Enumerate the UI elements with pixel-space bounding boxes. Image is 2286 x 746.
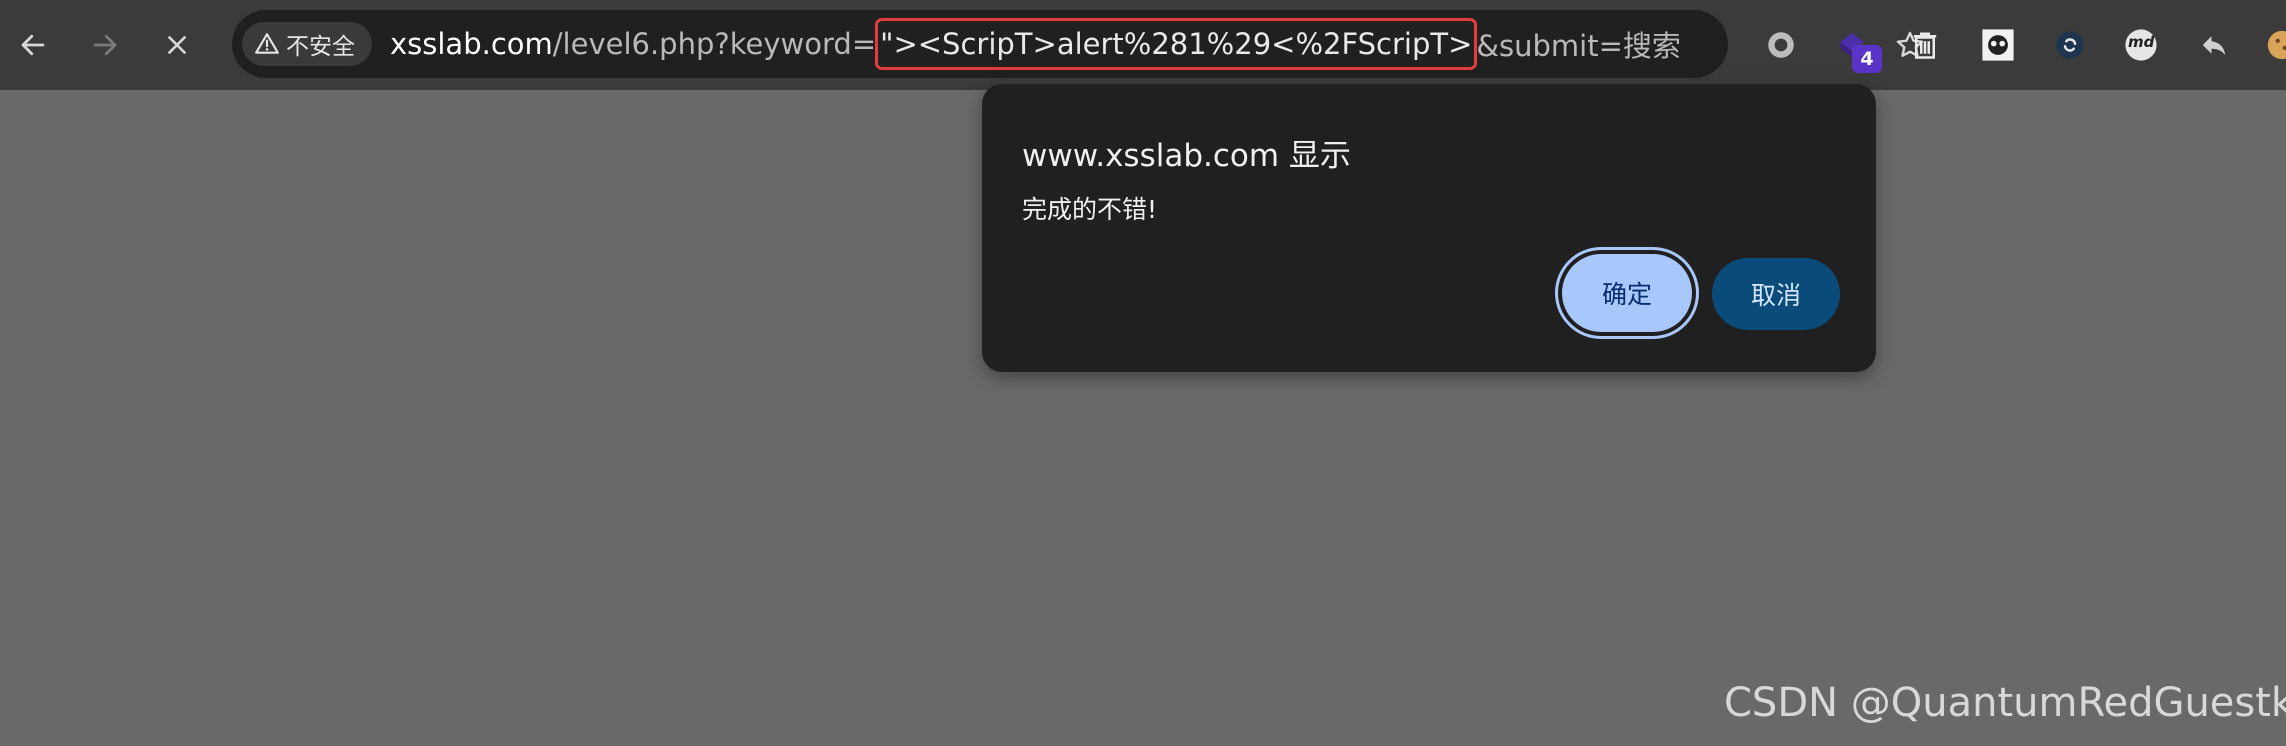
extension-panda[interactable]: [1976, 23, 2020, 67]
extension-puzzle[interactable]: 4: [1830, 23, 1882, 73]
security-label: 不安全: [286, 34, 355, 60]
stop-button[interactable]: [152, 20, 202, 70]
address-bar[interactable]: 不安全 xsslab.com/level6.php?keyword= "><Scr…: [232, 10, 1924, 78]
stop-loading-icon: [168, 36, 186, 54]
watermark: CSDN @QuantumRedGuestk: [1724, 680, 2286, 726]
forward-button[interactable]: [80, 20, 130, 70]
dialog-title: www.xsslab.com 显示: [1022, 138, 1351, 174]
dialog-message: 完成的不错!: [1022, 195, 1158, 224]
url-text[interactable]: xsslab.com/level6.php?keyword= "><ScripT>…: [390, 10, 1681, 78]
extension-badge: 4: [1852, 45, 1882, 73]
alert-dialog: www.xsslab.com 显示 完成的不错! 确定 取消: [982, 84, 1876, 372]
extension-cookie[interactable]: [2260, 23, 2286, 67]
cancel-button[interactable]: 取消: [1712, 258, 1840, 330]
extension-md[interactable]: md: [2119, 23, 2163, 67]
url-path: /level6.php?keyword=: [552, 27, 877, 61]
extension-record[interactable]: [1759, 23, 1803, 67]
md-label: md: [2128, 33, 2155, 51]
back-button[interactable]: [8, 20, 58, 70]
circle-record-icon: [1768, 32, 1794, 58]
extension-trash[interactable]: [1903, 23, 1947, 67]
cookie-icon: [2267, 30, 2286, 60]
extension-reply[interactable]: [2192, 23, 2236, 67]
extension-refresh[interactable]: [2048, 23, 2092, 67]
security-indicator[interactable]: 不安全: [242, 22, 372, 66]
browser-toolbar: 不安全 xsslab.com/level6.php?keyword= "><Scr…: [0, 0, 2286, 90]
url-host: xsslab.com: [390, 27, 553, 61]
reply-arrow-icon: [2202, 36, 2226, 55]
forward-arrow-icon: [93, 34, 117, 56]
url-query-suffix: &submit=搜索: [1476, 29, 1681, 63]
url-highlighted-payload: "><ScripT>alert%281%29<%2FScripT>: [875, 18, 1478, 70]
back-arrow-icon: [21, 34, 45, 56]
warning-triangle-icon: [255, 33, 279, 54]
panda-extension-icon: [1982, 29, 2014, 61]
refresh-circle-icon: [2056, 31, 2084, 59]
ok-button[interactable]: 确定: [1562, 254, 1692, 332]
trash-can-icon: [1913, 32, 1937, 59]
